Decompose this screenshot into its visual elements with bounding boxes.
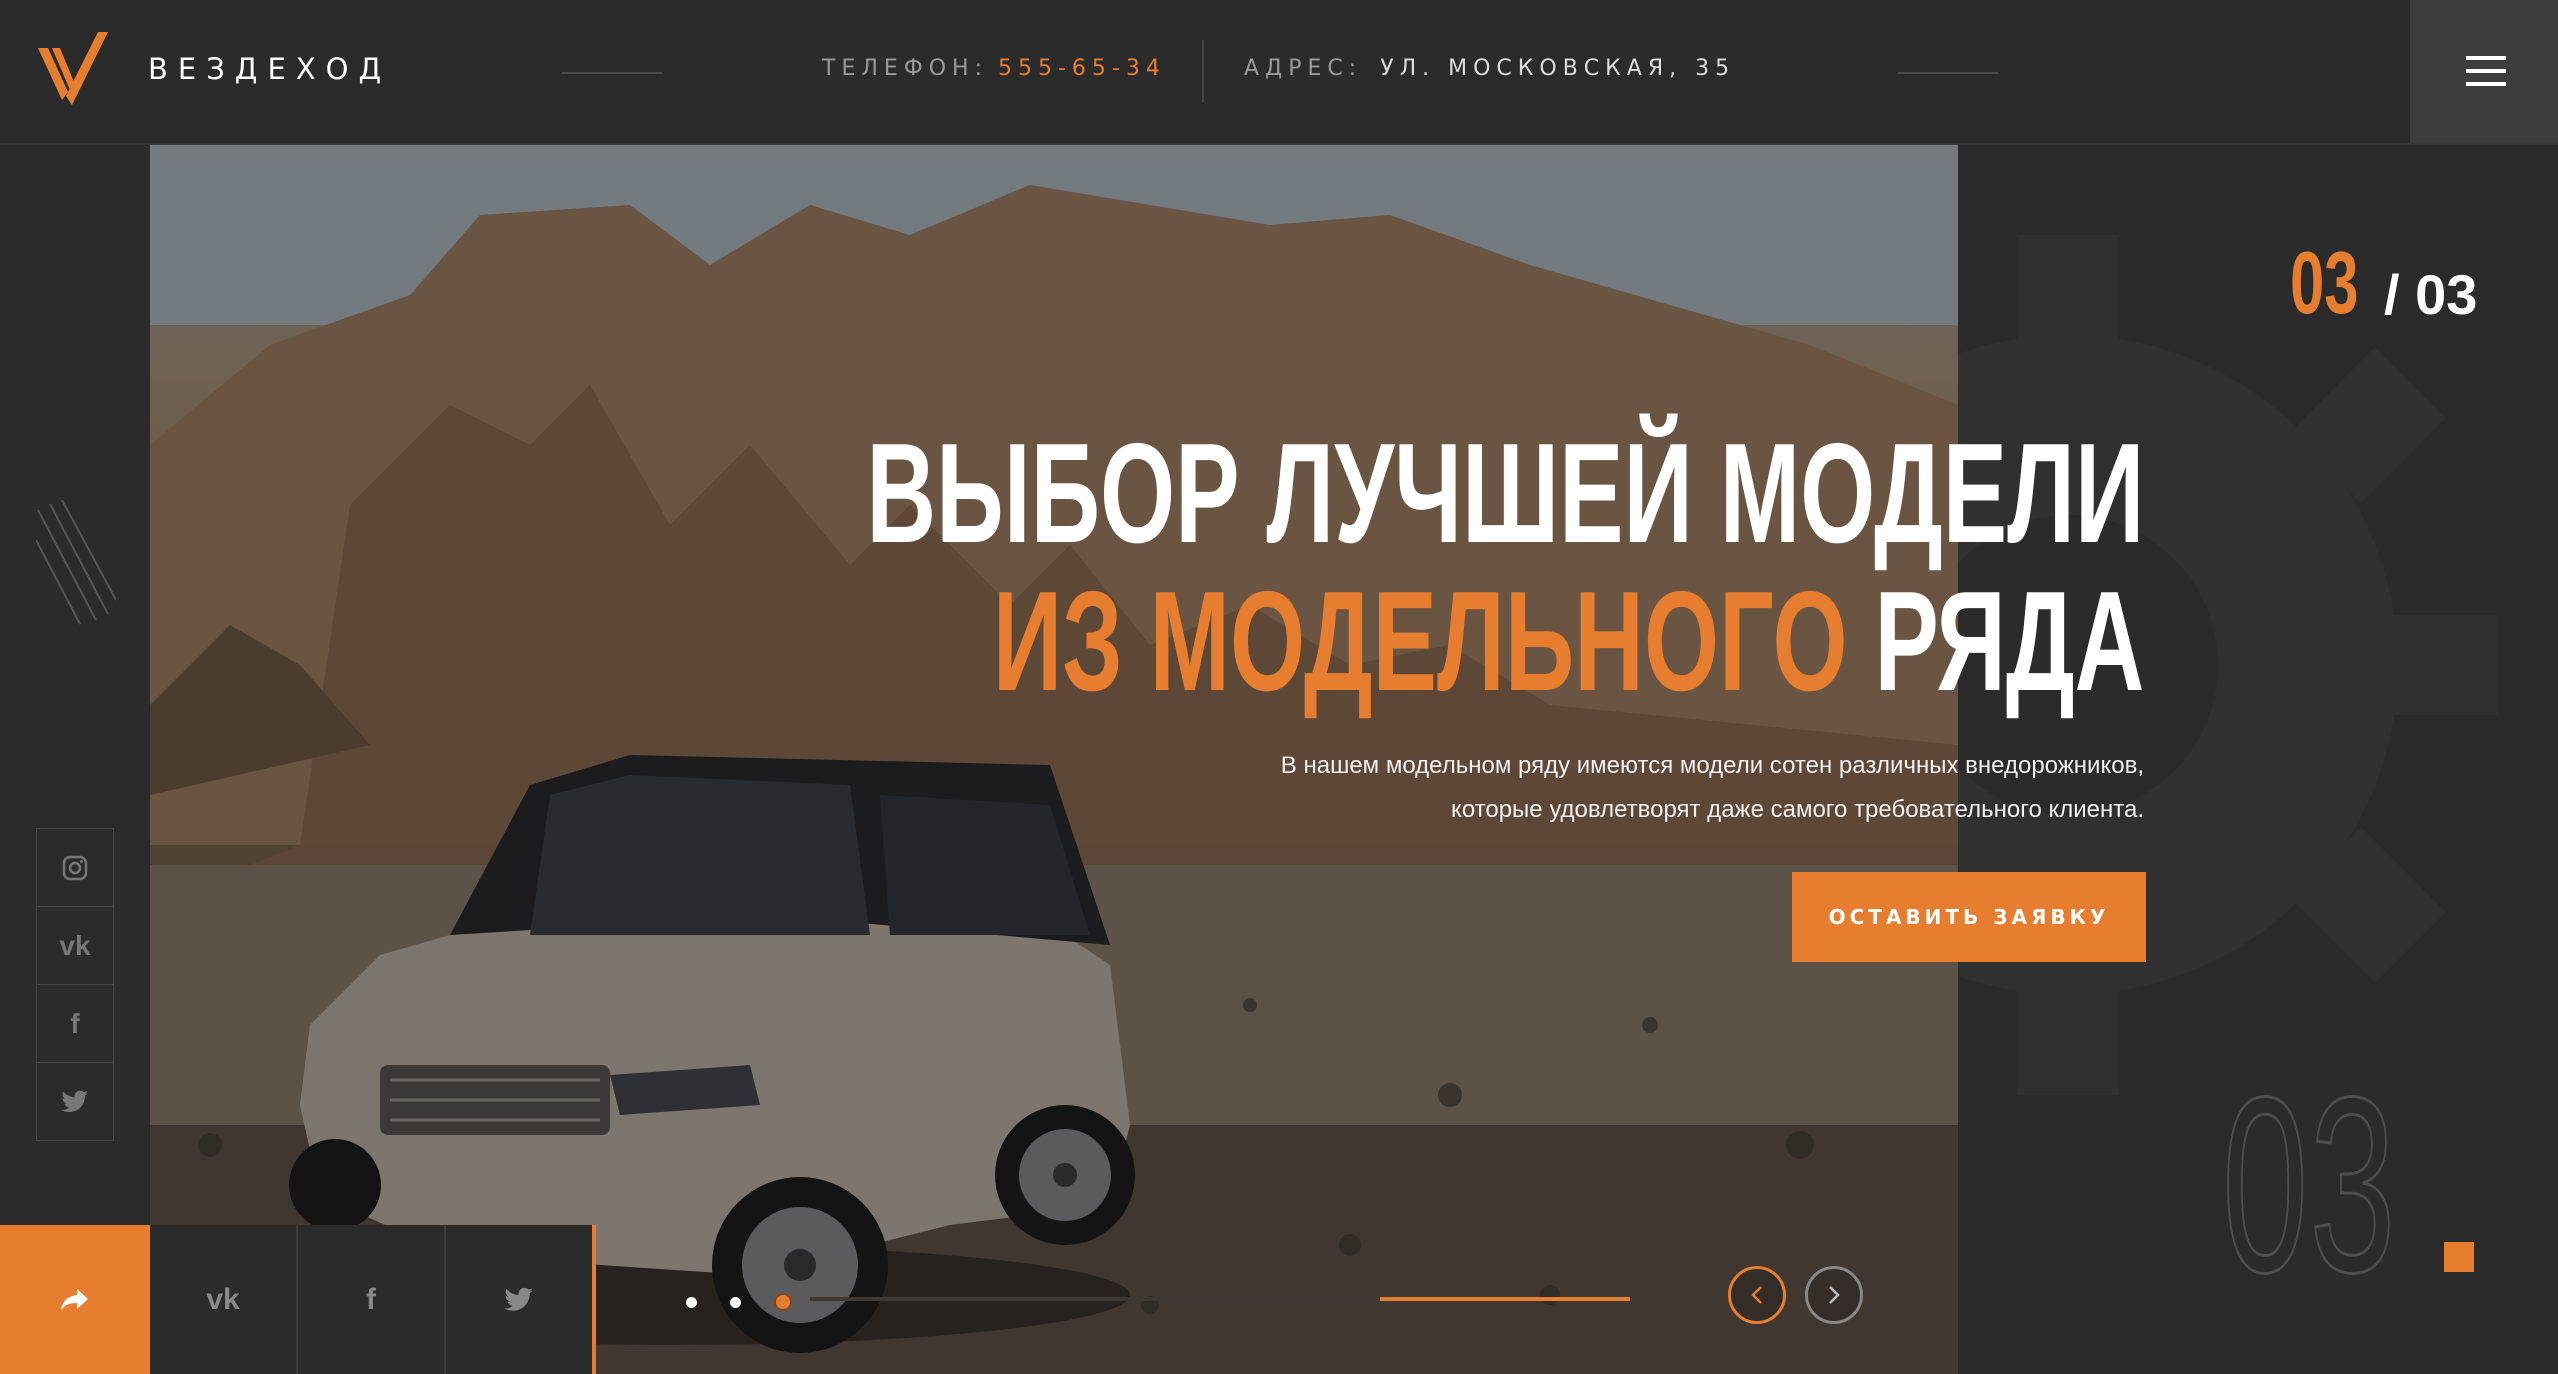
brand-name[interactable]: ВЕЗДЕХОД bbox=[148, 52, 391, 86]
vk-icon: vk bbox=[206, 1282, 240, 1316]
vk-link-bottom[interactable]: vk bbox=[150, 1225, 298, 1374]
slide-counter: 03 / 03 bbox=[2290, 232, 2477, 334]
slide-total: / 03 bbox=[2384, 263, 2478, 326]
phone-info: ТЕЛЕФОН: 555-65-34 bbox=[822, 56, 1166, 81]
description-line: В нашем модельном ряду имеются модели со… bbox=[1280, 752, 2144, 779]
vk-icon: vk bbox=[59, 929, 91, 961]
hero-title-line2: ИЗ МОДЕЛЬНОГО РЯДА bbox=[866, 568, 2144, 716]
hero-title-line1: ВЫБОР ЛУЧШЕЙ МОДЕЛИ bbox=[866, 414, 2144, 573]
slide-current: 03 bbox=[2290, 233, 2359, 332]
facebook-icon: f bbox=[366, 1282, 376, 1316]
facebook-icon: f bbox=[70, 1007, 80, 1039]
slide-dot-1[interactable] bbox=[686, 1296, 697, 1308]
header-divider bbox=[1202, 40, 1204, 102]
instagram-icon bbox=[62, 855, 88, 880]
instagram-link[interactable] bbox=[36, 828, 114, 907]
hamburger-icon-bar bbox=[2466, 69, 2506, 73]
hero-title-accent: ИЗ МОДЕЛЬНОГО bbox=[992, 562, 1848, 721]
prev-slide-button[interactable] bbox=[1728, 1266, 1786, 1324]
big-slide-number: 03 bbox=[2221, 1045, 2397, 1324]
hero-description: В нашем модельном ряду имеются модели со… bbox=[1281, 744, 2144, 832]
hamburger-icon-bar bbox=[2466, 82, 2506, 86]
hamburger-icon bbox=[2466, 56, 2506, 60]
twitter-link-bottom[interactable] bbox=[446, 1225, 596, 1374]
chevron-left-icon bbox=[1751, 1286, 1762, 1304]
facebook-link[interactable]: f bbox=[36, 984, 114, 1063]
vk-link[interactable]: vk bbox=[36, 906, 114, 985]
left-sidebar: vk f bbox=[0, 145, 150, 1374]
phone-label: ТЕЛЕФОН: bbox=[822, 56, 988, 81]
social-links-vertical: vk f bbox=[36, 828, 114, 1141]
phone-value[interactable]: 555-65-34 bbox=[998, 56, 1166, 81]
slide-dot-3-active[interactable] bbox=[774, 1293, 792, 1311]
share-button[interactable] bbox=[0, 1225, 150, 1374]
hero-title-rest: РЯДА bbox=[1847, 562, 2144, 721]
address-value: УЛ. МОСКОВСКАЯ, 35 bbox=[1380, 56, 1736, 81]
top-bar: ВЕЗДЕХОД ТЕЛЕФОН: 555-65-34 АДРЕС: УЛ. МОС… bbox=[0, 0, 2558, 145]
hero-title: ВЫБОР ЛУЧШЕЙ МОДЕЛИ ИЗ МОДЕЛЬНОГО РЯДА bbox=[265, 420, 2144, 716]
address-info: АДРЕС: УЛ. МОСКОВСКАЯ, 35 bbox=[1244, 56, 1735, 81]
twitter-icon bbox=[504, 1287, 533, 1311]
share-icon bbox=[61, 1288, 88, 1311]
diagonal-lines-icon bbox=[36, 500, 116, 625]
slide-dot-2[interactable] bbox=[730, 1296, 741, 1308]
twitter-icon bbox=[61, 1090, 88, 1112]
slide-progress-fill bbox=[1380, 1297, 1630, 1301]
logo-icon[interactable] bbox=[38, 30, 118, 105]
address-label: АДРЕС: bbox=[1244, 56, 1363, 81]
decor-line-right bbox=[1898, 72, 1998, 74]
request-button[interactable]: ОСТАВИТЬ ЗАЯВКУ bbox=[1792, 872, 2146, 962]
facebook-link-bottom[interactable]: f bbox=[298, 1225, 446, 1374]
twitter-link[interactable] bbox=[36, 1062, 114, 1141]
next-slide-button[interactable] bbox=[1805, 1266, 1863, 1324]
chevron-right-icon bbox=[1829, 1286, 1840, 1304]
menu-button[interactable] bbox=[2410, 0, 2558, 143]
accent-square bbox=[2444, 1242, 2474, 1272]
social-links-horizontal: vk f bbox=[150, 1225, 596, 1374]
description-line: которые удовлетворят даже самого требова… bbox=[1451, 796, 2144, 823]
slide-dots bbox=[686, 1293, 792, 1311]
decor-line-left bbox=[562, 72, 662, 74]
slide-progress bbox=[810, 1297, 1630, 1301]
